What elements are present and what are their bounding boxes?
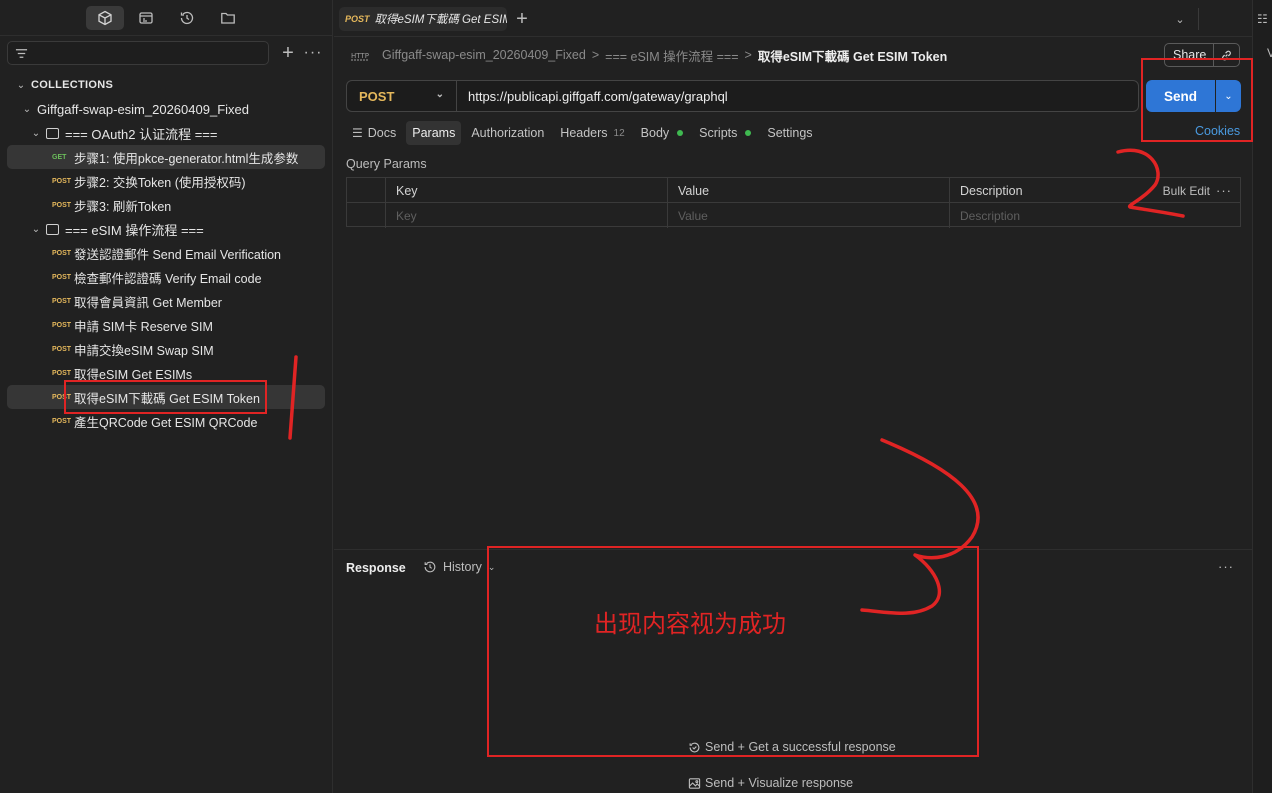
- request-tab[interactable]: POST 取得eSIM下載碼 Get ESIM Token: [339, 7, 507, 31]
- folder-item[interactable]: ⌄ === OAuth2 认证流程 ===: [0, 121, 333, 145]
- url-input[interactable]: https://publicapi.giffgaff.com/gateway/g…: [468, 89, 728, 104]
- request-item[interactable]: POST 步骤2: 交换Token (使用授权码): [0, 169, 333, 193]
- send-options-chevron-icon[interactable]: ⌄: [1216, 80, 1241, 112]
- history-tab-icon[interactable]: [168, 6, 206, 30]
- cookies-link[interactable]: Cookies: [1195, 124, 1240, 138]
- new-collection-button[interactable]: +: [278, 42, 298, 64]
- timer-check-icon: [689, 742, 700, 752]
- table-header: Key Value Description Bulk Edit ···: [347, 178, 1240, 203]
- sidebar-toolbar: [0, 0, 333, 36]
- tab-params[interactable]: Params: [406, 121, 462, 145]
- tabs-dropdown-icon[interactable]: ⌄: [1170, 8, 1190, 30]
- request-item[interactable]: POST 申請 SIM卡 Reserve SIM: [0, 313, 333, 337]
- tab-headers[interactable]: Headers 12: [554, 121, 630, 145]
- share-button[interactable]: Share: [1164, 43, 1240, 67]
- request-tab-bar: POST 取得eSIM下載碼 Get ESIM Token + ⌄: [334, 0, 1252, 37]
- hint-success-response: Send + Get a successful response: [688, 740, 896, 754]
- table-row: Key Value Description: [347, 203, 1240, 228]
- breadcrumb-collection[interactable]: Giffgaff-swap-esim_20260409_Fixed: [382, 48, 586, 62]
- params-more-icon[interactable]: ···: [1216, 178, 1232, 203]
- collection-item[interactable]: ⌄ Giffgaff-swap-esim_20260409_Fixed: [0, 97, 333, 121]
- request-item[interactable]: POST 取得eSIM Get ESIMs: [0, 361, 333, 385]
- folder-icon: [46, 127, 59, 139]
- send-button[interactable]: Send: [1146, 80, 1215, 112]
- request-item[interactable]: POST 步骤3: 刷新Token: [0, 193, 333, 217]
- request-editor: POST 取得eSIM下載碼 Get ESIM Token + ⌄ HTTP G…: [334, 0, 1252, 793]
- chevron-down-icon: ⌄: [487, 561, 496, 572]
- tab-scripts[interactable]: Scripts: [693, 121, 757, 145]
- sidebar: + ··· ⌄ COLLECTIONS ⌄ Giffgaff-swap-esim…: [0, 0, 333, 793]
- chevron-down-icon: ⌄: [31, 223, 41, 235]
- request-item[interactable]: POST 申請交換eSIM Swap SIM: [0, 337, 333, 361]
- tab-settings[interactable]: Settings: [761, 121, 818, 145]
- docs-icon: ☰: [352, 126, 363, 140]
- sidebar-more-icon[interactable]: ···: [302, 42, 324, 64]
- tab-authorization[interactable]: Authorization: [465, 121, 550, 145]
- chevron-down-icon: ⌄: [16, 79, 26, 91]
- request-item[interactable]: GET 步骤1: 使用pkce-generator.html生成参数: [7, 145, 325, 169]
- annotation-success-note: 出现内容视为成功: [594, 610, 786, 638]
- chevron-down-icon: ⌄: [22, 103, 32, 115]
- response-more-icon[interactable]: ···: [1218, 559, 1234, 574]
- breadcrumb-folder[interactable]: === eSIM 操作流程 ===: [605, 46, 738, 65]
- filter-icon: [15, 49, 28, 58]
- folder-icon: [46, 223, 59, 235]
- collections-tab-icon[interactable]: [86, 6, 124, 30]
- tab-docs[interactable]: ☰ Docs: [346, 121, 402, 145]
- param-description-input[interactable]: Description: [949, 203, 1240, 228]
- request-item[interactable]: POST 產生QRCode Get ESIM QRCode: [0, 409, 333, 433]
- hint-visualize-response: Send + Visualize response: [688, 776, 853, 790]
- request-item[interactable]: POST 發送認證郵件 Send Email Verification: [0, 241, 333, 265]
- breadcrumb-current: 取得eSIM下載碼 Get ESIM Token: [757, 49, 948, 64]
- response-panel-header: Response History ⌄ ···: [334, 549, 1252, 587]
- files-tab-icon[interactable]: [209, 6, 247, 30]
- http-icon: HTTP: [351, 52, 369, 61]
- status-dot: [677, 130, 684, 136]
- bulk-edit-link[interactable]: Bulk Edit: [1163, 178, 1210, 203]
- folder-item[interactable]: ⌄ === eSIM 操作流程 ===: [0, 217, 333, 241]
- request-item[interactable]: POST 取得會員資訊 Get Member: [0, 289, 333, 313]
- chevron-down-icon: ⌄: [435, 89, 444, 100]
- tab-body[interactable]: Body: [635, 121, 690, 145]
- link-icon[interactable]: [1213, 44, 1239, 66]
- new-tab-button[interactable]: +: [512, 8, 532, 30]
- param-key-input[interactable]: Key: [385, 203, 668, 228]
- right-panel-label: V: [1267, 46, 1272, 60]
- status-dot: [745, 130, 752, 136]
- environments-tab-icon[interactable]: [127, 6, 165, 30]
- response-title[interactable]: Response: [346, 561, 406, 575]
- tabbar-divider: [1198, 8, 1199, 30]
- right-sidebar: ☷ V: [1252, 0, 1272, 793]
- query-params-table: Key Value Description Bulk Edit ··· Key …: [346, 177, 1241, 228]
- history-icon: [424, 561, 436, 573]
- context-panel-icon[interactable]: ☷: [1257, 12, 1268, 26]
- request-item-active[interactable]: POST 取得eSIM下載碼 Get ESIM Token: [7, 385, 325, 409]
- request-config-tabs: ☰ Docs Params Authorization Headers 12 Bod…: [346, 121, 823, 145]
- collections-section-header[interactable]: ⌄ COLLECTIONS: [0, 73, 333, 97]
- query-params-title: Query Params: [346, 157, 427, 171]
- url-bar: POST ⌄ https://publicapi.giffgaff.com/ga…: [346, 80, 1139, 112]
- image-icon: [688, 777, 701, 789]
- sidebar-filter-input[interactable]: [7, 41, 269, 65]
- svg-text:HTTP: HTTP: [351, 52, 369, 60]
- method-select[interactable]: POST ⌄: [347, 81, 457, 111]
- chevron-down-icon: ⌄: [31, 127, 41, 139]
- request-item[interactable]: POST 檢查郵件認證碼 Verify Email code: [0, 265, 333, 289]
- param-value-input[interactable]: Value: [667, 203, 949, 228]
- breadcrumb: HTTP Giffgaff-swap-esim_20260409_Fixed >…: [350, 44, 947, 66]
- history-button[interactable]: History ⌄: [423, 560, 495, 574]
